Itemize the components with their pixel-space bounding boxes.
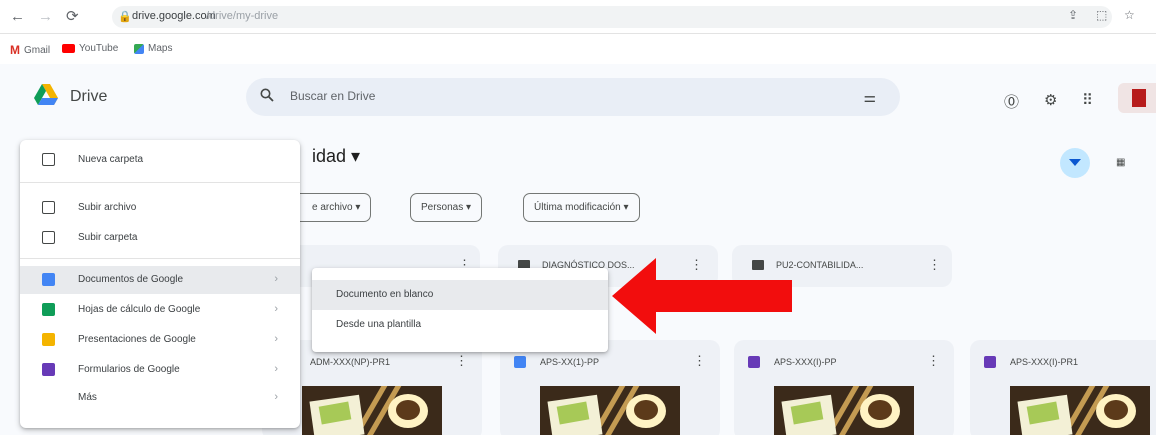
menu-item-upload-file[interactable]: Subir archivo: [20, 194, 300, 222]
menu-item-google-forms[interactable]: Formularios de Google ›: [20, 356, 300, 384]
bookmark-maps[interactable]: Maps: [134, 43, 172, 54]
new-menu: Nueva carpeta Subir archivo Subir carpet…: [20, 140, 300, 428]
search-input[interactable]: [290, 89, 830, 103]
menu-item-more[interactable]: Más ›: [20, 384, 300, 412]
file-card[interactable]: APS-XXX(I)-PP ⋮: [734, 340, 954, 435]
file-thumbnail: [540, 386, 680, 435]
file-thumbnail: [1010, 386, 1150, 435]
menu-item-google-docs[interactable]: Documentos de Google ›: [20, 266, 300, 294]
reload-icon[interactable]: ⟳: [66, 8, 79, 26]
bookmarks-bar: M Gmail YouTube Maps: [0, 34, 1156, 64]
search-icon[interactable]: [260, 88, 274, 102]
menu-item-label: Subir archivo: [78, 202, 137, 213]
forms-icon: [748, 356, 760, 368]
google-forms-icon: [42, 363, 55, 376]
file-card[interactable]: APS-XX(1)-PP ⋮: [500, 340, 720, 435]
file-name: ADM-XXX(NP)-PR1: [310, 357, 391, 367]
avatar[interactable]: [1118, 83, 1156, 113]
chevron-right-icon: ›: [274, 363, 278, 375]
forms-icon: [984, 356, 996, 368]
google-slides-icon: [42, 333, 55, 346]
google-docs-icon: [42, 273, 55, 286]
menu-item-label: Presentaciones de Google: [78, 334, 196, 345]
menu-item-upload-folder[interactable]: Subir carpeta: [20, 224, 300, 252]
maps-icon: [134, 43, 144, 54]
submenu-item-from-template[interactable]: Desde una plantilla: [312, 310, 608, 340]
search-options-icon[interactable]: ⚌: [863, 89, 876, 106]
google-sheets-icon: [42, 303, 55, 316]
gmail-icon: M: [10, 43, 20, 57]
menu-item-label: Hojas de cálculo de Google: [78, 304, 201, 315]
new-folder-icon: [42, 153, 55, 166]
chevron-right-icon: ›: [274, 273, 278, 285]
drive-logo-icon[interactable]: [34, 84, 58, 106]
search-bar[interactable]: ⚌: [246, 78, 900, 116]
page-title[interactable]: idad ▾: [312, 146, 360, 167]
address-bar[interactable]: 🔒 drive.google.com /drive/my-drive: [112, 6, 1112, 28]
annotation-arrow-icon: [612, 258, 792, 334]
file-name: APS-XXX(I)-PR1: [1010, 357, 1079, 367]
share-icon[interactable]: ⇪: [1068, 8, 1078, 22]
file-thumbnail: [302, 386, 442, 435]
doc-icon: [514, 356, 526, 368]
star-icon[interactable]: ☆: [1124, 8, 1135, 22]
menu-item-label: Más: [78, 392, 97, 403]
settings-icon[interactable]: ⚙: [1044, 91, 1057, 109]
lock-icon: 🔒: [118, 11, 132, 23]
menu-item-label: Documentos de Google: [78, 274, 184, 285]
filter-modified[interactable]: Última modificación ▾: [523, 193, 640, 222]
url-host: drive.google.com: [132, 10, 216, 22]
file-card[interactable]: APS-XXX(I)-PR1: [970, 340, 1156, 435]
bookmark-gmail[interactable]: M Gmail: [10, 43, 50, 57]
chevron-right-icon: ›: [274, 303, 278, 315]
menu-item-label: Nueva carpeta: [78, 154, 144, 165]
file-name: APS-XXX(I)-PP: [774, 357, 837, 367]
menu-item-new-folder[interactable]: Nueva carpeta: [20, 146, 300, 174]
drive-header: Drive ⚌ ⓪ ⚙ ⠿: [0, 64, 1156, 130]
forward-icon[interactable]: →: [38, 8, 53, 26]
more-options-icon[interactable]: ⋮: [455, 353, 468, 369]
menu-item-google-sheets[interactable]: Hojas de cálculo de Google ›: [20, 296, 300, 324]
bookmark-label: Maps: [148, 43, 173, 54]
bookmark-label: YouTube: [79, 43, 119, 54]
list-view-icon[interactable]: ▦: [1116, 157, 1125, 168]
submenu-item-blank-document[interactable]: Documento en blanco: [312, 280, 608, 310]
more-options-icon[interactable]: ⋮: [928, 257, 941, 273]
upload-file-icon: [42, 201, 55, 214]
menu-divider: [20, 258, 300, 259]
menu-divider: [20, 182, 300, 183]
menu-item-google-slides[interactable]: Presentaciones de Google ›: [20, 326, 300, 354]
back-icon[interactable]: ←: [10, 8, 25, 26]
submenu-item-label: Desde una plantilla: [336, 319, 422, 330]
bookmark-youtube[interactable]: YouTube: [62, 43, 118, 54]
url-path: /drive/my-drive: [206, 10, 279, 22]
filter-people[interactable]: Personas ▾: [410, 193, 483, 222]
extension-icon[interactable]: ⬚: [1096, 8, 1107, 22]
chevron-right-icon: ›: [274, 391, 278, 403]
bookmark-label: Gmail: [24, 44, 51, 56]
filter-type[interactable]: e archivo ▾: [300, 193, 372, 222]
more-options-icon[interactable]: ⋮: [927, 353, 940, 369]
app-name: Drive: [70, 88, 108, 105]
filter-view-icon[interactable]: [1060, 148, 1090, 178]
apps-grid-icon[interactable]: ⠿: [1082, 91, 1093, 109]
help-icon[interactable]: ⓪: [1004, 91, 1019, 112]
menu-item-label: Subir carpeta: [78, 232, 138, 243]
submenu-item-label: Documento en blanco: [336, 289, 434, 300]
more-options-icon[interactable]: ⋮: [693, 353, 706, 369]
file-name: APS-XX(1)-PP: [540, 357, 600, 367]
screen: ← → ⟳ 🔒 drive.google.com /drive/my-drive…: [0, 0, 1156, 435]
browser-toolbar: ← → ⟳ 🔒 drive.google.com /drive/my-drive…: [0, 0, 1156, 34]
file-thumbnail: [774, 386, 914, 435]
chevron-right-icon: ›: [274, 333, 278, 345]
upload-folder-icon: [42, 231, 55, 244]
menu-item-label: Formularios de Google: [78, 364, 180, 375]
youtube-icon: [62, 44, 75, 53]
docs-submenu: Documento en blanco Desde una plantilla: [312, 268, 608, 352]
